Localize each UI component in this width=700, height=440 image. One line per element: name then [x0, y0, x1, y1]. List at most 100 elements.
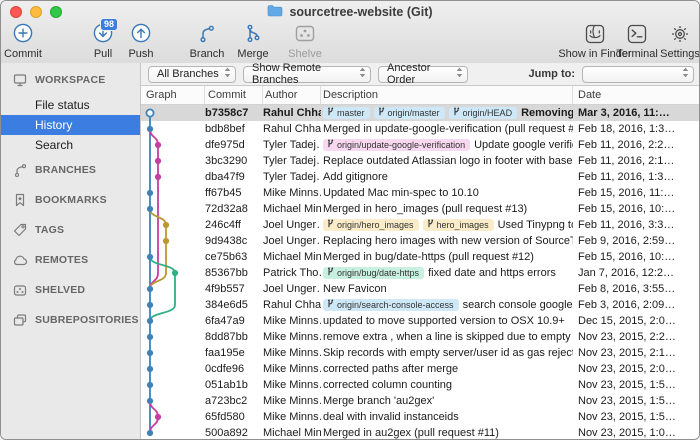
graph-cell	[141, 185, 205, 201]
commit-description: corrected paths after merge	[321, 361, 573, 377]
commit-description: Replace outdated Atlassian logo in foote…	[321, 153, 573, 169]
all-branches-select[interactable]: All Branches	[148, 66, 236, 83]
shelve-label: Shelve	[260, 48, 350, 60]
sidebar-section-subrepositories[interactable]: SUBREPOSITORIES	[1, 305, 140, 335]
commit-date: Feb 11, 2016, 2:1…	[573, 153, 700, 169]
commit-description: masterorigin/masterorigin/HEADRemoving o…	[321, 105, 573, 121]
titlebar-toolbar: sourcetree-website (Git) Commit98PullPus…	[1, 1, 699, 64]
graph-cell	[141, 425, 205, 440]
commit-author: Rahul Chhab…	[263, 121, 321, 137]
commit-row[interactable]: 6fa47a9Mike Minns…updated to move suppor…	[141, 313, 700, 329]
commit-row[interactable]: dba47f9Tyler Tadej…Add gitignoreFeb 11, …	[141, 169, 700, 185]
commit-author: Mike Minns…	[263, 361, 321, 377]
settings-button[interactable]: Settings	[635, 21, 700, 60]
commit-date: Feb 15, 2016, 10:…	[573, 201, 700, 217]
commit-description: Add gitignore	[321, 169, 573, 185]
commit-row[interactable]: 4f9b557Joel Unger…New FaviconFeb 8, 2016…	[141, 281, 700, 297]
graph-cell	[141, 153, 205, 169]
commit-hash: 72d32a8	[205, 201, 263, 217]
commit-row[interactable]: 246c4ffJoel Unger…origin/hero_imageshero…	[141, 217, 700, 233]
sidebar-section-shelved[interactable]: SHELVED	[1, 275, 140, 305]
graph-cell	[141, 217, 205, 233]
commit-row[interactable]: a723bc2Mike Minns…Merge branch 'au2gex'N…	[141, 393, 700, 409]
commit-hash: 051ab1b	[205, 377, 263, 393]
branch-tag: hero_images	[423, 219, 494, 231]
sidebar-section-tags[interactable]: TAGS	[1, 215, 140, 245]
commit-row[interactable]: 051ab1bMike Minns…corrected column count…	[141, 377, 700, 393]
commit-row[interactable]: dfe975dTyler Tadej…origin/update-google-…	[141, 137, 700, 153]
commit-description: Merged in update-google-verification (pu…	[321, 121, 573, 137]
jump-to-label: Jump to:	[529, 68, 575, 80]
column-header-commit[interactable]: Commit	[205, 86, 263, 104]
commit-date: Feb 11, 2016, 3:3…	[573, 217, 700, 233]
sidebar-section-bookmarks[interactable]: BOOKMARKS	[1, 185, 140, 215]
graph-cell	[141, 345, 205, 361]
sidebar: WORKSPACEFile statusHistorySearchBRANCHE…	[1, 63, 141, 439]
shelved-icon	[11, 282, 29, 298]
column-header-author[interactable]: Author	[263, 86, 321, 104]
cloud-icon	[11, 252, 29, 268]
branch-tag: origin/master	[374, 107, 445, 119]
commit-row[interactable]: 72d32a8Michael Min…Merged in hero_images…	[141, 201, 700, 217]
stepper-icon	[681, 66, 690, 82]
branch-tag: master	[323, 107, 370, 119]
column-header-description[interactable]: Description	[321, 86, 573, 104]
sidebar-item-history[interactable]: History	[1, 115, 140, 135]
commit-row[interactable]: bdb8befRahul Chhab…Merged in update-goog…	[141, 121, 700, 137]
bookmark-icon	[11, 192, 29, 208]
branch-tag: origin/bug/date-https	[323, 267, 424, 279]
column-header-date[interactable]: Date	[573, 86, 700, 104]
jump-to-input[interactable]	[582, 66, 694, 83]
commit-row[interactable]: 0cdfe96Mike Minns…corrected paths after …	[141, 361, 700, 377]
branch-glyph-icon	[427, 219, 434, 231]
commit-row[interactable]: ff67b45Mike Minns…Updated Mac min-spec t…	[141, 185, 700, 201]
commit-row[interactable]: 65fd580Mike Minns…deal with invalid inst…	[141, 409, 700, 425]
commit-author: Michael Min…	[263, 425, 321, 440]
graph-cell	[141, 297, 205, 313]
commit-date: Nov 23, 2015, 2:0…	[573, 361, 700, 377]
commit-row[interactable]: 9d9438cJoel Unger…Replacing hero images …	[141, 233, 700, 249]
shelve-icon	[260, 21, 350, 47]
sidebar-section-remotes[interactable]: REMOTES	[1, 245, 140, 275]
graph-cell	[141, 121, 205, 137]
sidebar-section-workspace[interactable]: WORKSPACE	[1, 65, 140, 95]
branch-tag: origin/search-console-access	[323, 299, 459, 311]
commit-date: Nov 23, 2015, 1:5…	[573, 409, 700, 425]
graph-cell	[141, 249, 205, 265]
commit-description: Replacing hero images with new version o…	[321, 233, 573, 249]
commit-author: Joel Unger…	[263, 233, 321, 249]
commit-hash: 500a892	[205, 425, 263, 440]
stepper-icon	[358, 66, 367, 82]
column-header-graph[interactable]: Graph	[141, 86, 205, 104]
sidebar-item-search[interactable]: Search	[1, 135, 140, 155]
commit-row[interactable]: faa195eMike Minns…Skip records with empt…	[141, 345, 700, 361]
stepper-icon	[223, 66, 232, 82]
branch-tag: origin/hero_images	[323, 219, 419, 231]
commit-author: Tyler Tadej…	[263, 153, 321, 169]
commit-hash: ff67b45	[205, 185, 263, 201]
commit-row[interactable]: ce75b63Michael Min…Merged in bug/date-ht…	[141, 249, 700, 265]
branch-glyph-icon	[378, 107, 385, 119]
graph-cell	[141, 393, 205, 409]
commit-row[interactable]: 8dd87bbMike Minns…remove extra , when a …	[141, 329, 700, 345]
commit-row[interactable]: 384e6d5Rahul Chhab…origin/search-console…	[141, 297, 700, 313]
sidebar-item-file-status[interactable]: File status	[1, 95, 140, 115]
commit-date: Feb 15, 2016, 10:…	[573, 249, 700, 265]
commit-date: Dec 15, 2015, 2:0…	[573, 313, 700, 329]
sidebar-section-branches[interactable]: BRANCHES	[1, 155, 140, 185]
commit-description: Merge branch 'au2gex'	[321, 393, 573, 409]
commit-row[interactable]: 500a892Michael Min…Merged in au2gex (pul…	[141, 425, 700, 440]
window-title: sourcetree-website (Git)	[289, 5, 432, 19]
commit-hash: 85367bb	[205, 265, 263, 281]
commit-date: Nov 23, 2015, 2:1…	[573, 345, 700, 361]
commit-author: Mike Minns…	[263, 345, 321, 361]
commit-row[interactable]: 85367bbPatrick Tho…origin/bug/date-https…	[141, 265, 700, 281]
ancestor-order-select[interactable]: Ancestor Order	[378, 66, 468, 83]
commit-hash: 6fa47a9	[205, 313, 263, 329]
commit-row[interactable]: 3bc3290Tyler Tadej…Replace outdated Atla…	[141, 153, 700, 169]
commit-author: Mike Minns…	[263, 377, 321, 393]
show-remote-branches-select[interactable]: Show Remote Branches	[243, 66, 371, 83]
commit-row[interactable]: b7358c7Rahul Chha…masterorigin/masterori…	[141, 105, 700, 121]
commit-date: Feb 15, 2016, 11:…	[573, 185, 700, 201]
commit-description: Merged in au2gex (pull request #11)	[321, 425, 573, 440]
